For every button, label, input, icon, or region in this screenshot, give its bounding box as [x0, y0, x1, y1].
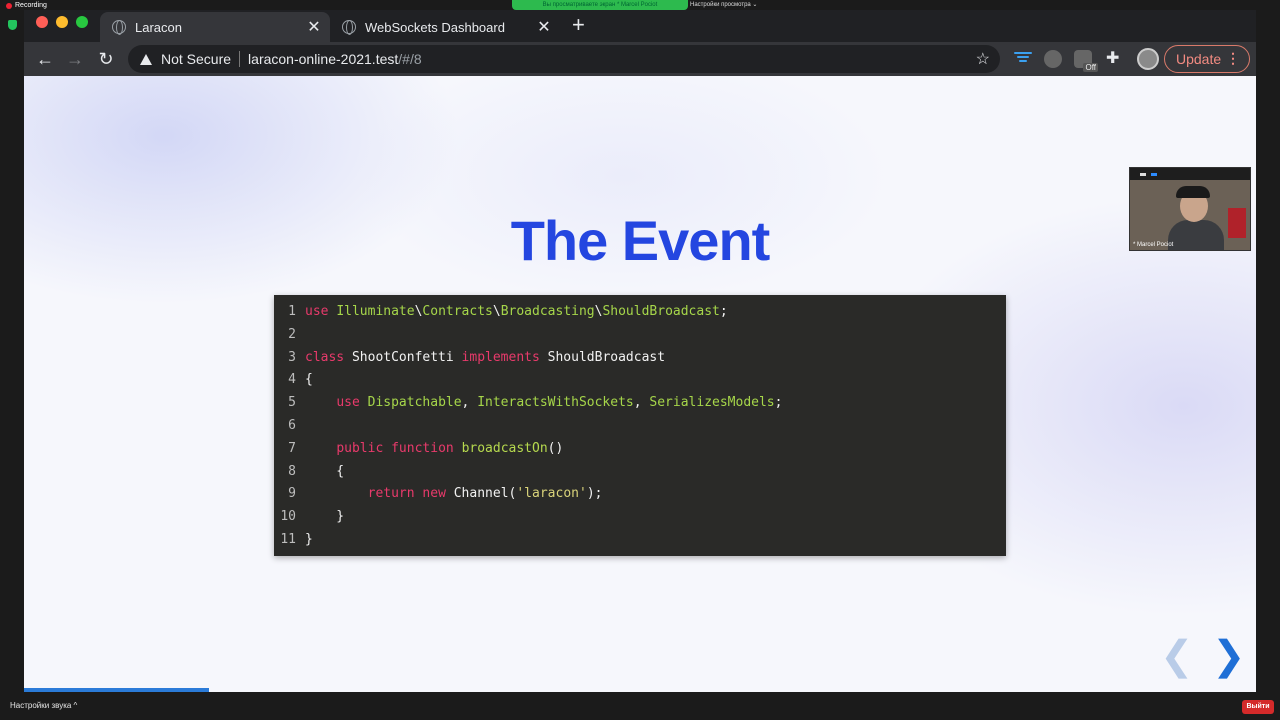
participant-name: * Marcel Pociot	[1133, 242, 1174, 248]
record-dot-icon	[6, 2, 12, 9]
tab-title: Laracon	[135, 19, 182, 35]
bookmark-star-icon[interactable]: ☆	[976, 49, 990, 69]
participant-hat	[1176, 186, 1210, 198]
url-path: /#/8	[398, 51, 422, 67]
tab-title: WebSockets Dashboard	[365, 19, 505, 35]
slide-title: The Event	[510, 209, 771, 272]
code-text: {	[305, 463, 345, 479]
tab-laracon[interactable]: Laracon ✕	[100, 12, 330, 42]
divider	[239, 51, 241, 67]
new-tab-button[interactable]: +	[572, 14, 585, 36]
address-bar[interactable]: Not Secure laracon-online-2021.test/#/8 …	[128, 45, 1000, 73]
code-line: 2	[274, 324, 1006, 347]
extension-off-icon[interactable]: Off	[1074, 50, 1098, 72]
update-button[interactable]: Update ⋮	[1164, 45, 1250, 73]
recording-label: Recording	[15, 2, 47, 9]
maximize-window-button[interactable]	[76, 16, 88, 28]
line-number: 7	[288, 440, 296, 456]
slide-viewport: The Event 1 use Illuminate\Contracts\Broa…	[24, 76, 1256, 692]
url-host: laracon-online-2021.test	[248, 51, 399, 67]
line-number: 8	[288, 463, 296, 479]
recording-indicator: Recording	[6, 2, 47, 9]
browser-window: Laracon ✕ WebSockets Dashboard ✕ + ← → ↻…	[24, 10, 1256, 692]
screen-share-banner[interactable]: Вы просматриваете экран * Marcel Pociot	[512, 0, 688, 10]
tab-strip: Laracon ✕ WebSockets Dashboard ✕ +	[24, 10, 1256, 42]
line-number: 3	[288, 349, 296, 365]
code-line: 7 public function broadcastOn()	[274, 438, 1006, 461]
share-banner-text: Вы просматриваете экран * Marcel Pociot	[542, 2, 658, 8]
warning-icon	[140, 53, 152, 65]
participant-body	[1168, 220, 1224, 250]
kebab-menu-icon[interactable]: ⋮	[1226, 51, 1240, 65]
line-number: 6	[288, 417, 296, 433]
zoom-bottom-bar: Настройки звука ^ Выйти	[0, 692, 1280, 720]
profile-avatar[interactable]	[1137, 48, 1159, 70]
close-tab-icon[interactable]: ✕	[534, 17, 554, 37]
previous-slide-icon[interactable]: ❮	[1160, 636, 1194, 676]
code-text: use Dispatchable, InteractsWithSockets, …	[336, 395, 783, 411]
extension-icon[interactable]	[1044, 50, 1062, 68]
code-line: 4{	[274, 369, 1006, 392]
line-number: 9	[288, 486, 296, 502]
line-number: 11	[280, 531, 296, 547]
code-text: return new Channel('laracon');	[367, 486, 603, 502]
participant-video-tile[interactable]: * Marcel Pociot	[1129, 167, 1251, 251]
code-line: 5 use Dispatchable, InteractsWithSockets…	[274, 392, 1006, 415]
code-line: 10 }	[274, 506, 1006, 529]
globe-icon	[112, 20, 126, 35]
forward-arrow-icon[interactable]: →	[64, 48, 86, 70]
filter-extension-icon[interactable]	[1014, 50, 1032, 68]
back-arrow-icon[interactable]: ←	[34, 48, 56, 70]
tab-websockets-dashboard[interactable]: WebSockets Dashboard ✕	[330, 12, 560, 42]
minimize-window-button[interactable]	[56, 16, 68, 28]
extension-badge: Off	[1083, 63, 1098, 72]
code-text: {	[305, 372, 313, 388]
video-tile-header	[1130, 168, 1250, 180]
code-line: 8 {	[274, 461, 1006, 484]
code-text: class ShootConfetti implements ShouldBro…	[305, 349, 666, 365]
exit-button[interactable]: Выйти	[1242, 700, 1274, 714]
line-number: 10	[280, 509, 296, 525]
puzzle-extensions-icon[interactable]: ✚	[1106, 50, 1124, 68]
code-line: 11}	[274, 529, 1006, 552]
code-text: public function broadcastOn()	[336, 440, 564, 456]
code-line: 1 use Illuminate\Contracts\Broadcasting\S…	[274, 301, 1006, 324]
code-text: }	[305, 531, 313, 547]
code-text: }	[305, 509, 345, 525]
code-line: 6	[274, 415, 1006, 438]
background-shelf	[1228, 208, 1246, 238]
security-status[interactable]: Not Secure	[161, 51, 231, 67]
audio-settings-menu[interactable]: Настройки звука ^	[10, 701, 77, 710]
browser-toolbar: ← → ↻ Not Secure laracon-online-2021.tes…	[24, 42, 1256, 76]
view-settings-menu[interactable]: Настройки просмотра ⌄	[690, 1, 757, 8]
reload-icon[interactable]: ↻	[95, 48, 117, 70]
globe-icon	[342, 20, 356, 35]
line-number: 4	[288, 372, 296, 388]
update-label: Update	[1176, 51, 1222, 67]
code-block: 1 use Illuminate\Contracts\Broadcasting\S…	[274, 295, 1006, 556]
close-window-button[interactable]	[36, 16, 48, 28]
code-line: 9 return new Channel('laracon');	[274, 483, 1006, 506]
line-number: 2	[288, 326, 296, 342]
close-tab-icon[interactable]: ✕	[304, 17, 324, 37]
zoom-share-bar: Recording Вы просматриваете экран * Marc…	[0, 0, 1280, 10]
line-number: 5	[288, 395, 296, 411]
code-line: 3 class ShootConfetti implements ShouldBr…	[274, 347, 1006, 370]
code-text: use Illuminate\Contracts\Broadcasting\Sh…	[305, 304, 728, 319]
line-number: 1	[288, 304, 296, 319]
next-slide-icon[interactable]: ❯	[1212, 636, 1246, 676]
shield-icon	[8, 20, 17, 30]
